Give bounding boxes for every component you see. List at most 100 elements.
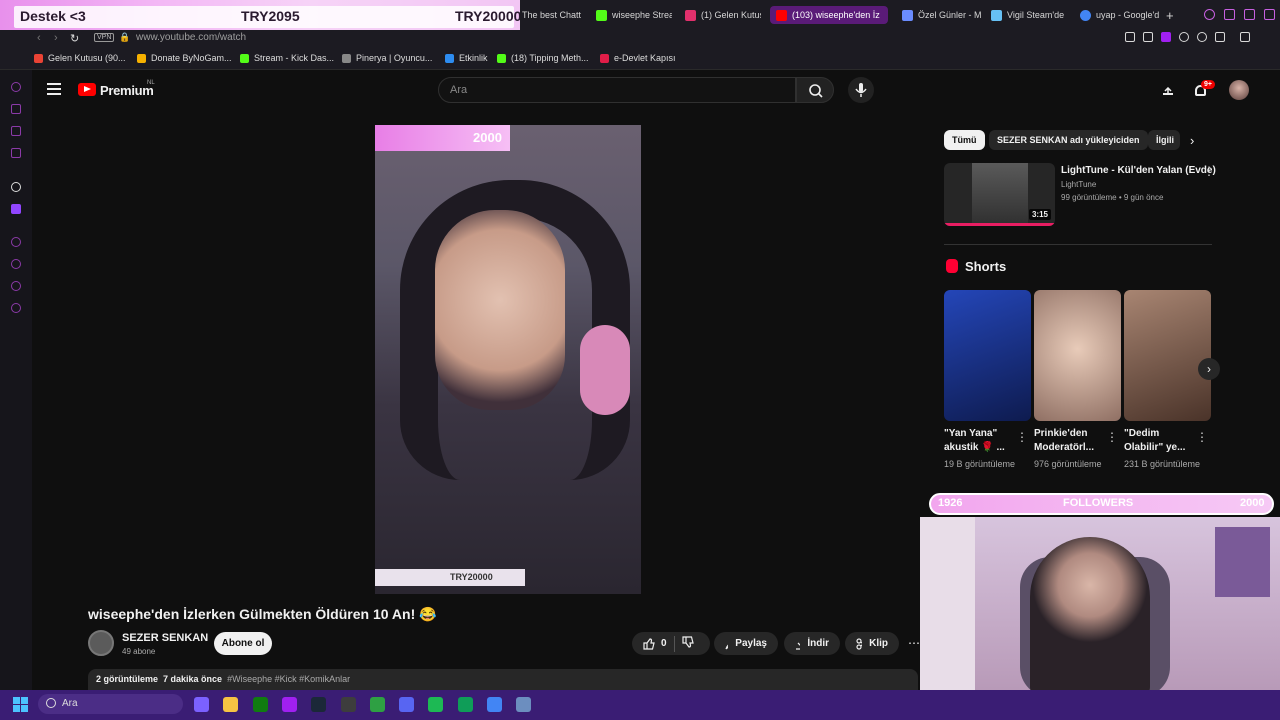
back-icon[interactable]: ‹ — [37, 32, 41, 44]
maximize-icon[interactable] — [1244, 9, 1255, 20]
menu-icon[interactable] — [1262, 32, 1272, 42]
refresh-sidebar-icon[interactable] — [11, 82, 21, 92]
new-tab-button[interactable]: + — [1166, 6, 1178, 24]
bookmark-edevlet[interactable]: e-Devlet Kapısı — [600, 53, 676, 63]
search-input[interactable]: Ara — [438, 77, 796, 103]
channel-name[interactable]: SEZER SENKAN — [122, 632, 208, 644]
heart-icon[interactable] — [1197, 32, 1207, 42]
settings-icon[interactable] — [11, 303, 21, 313]
mail-icon[interactable] — [11, 148, 21, 158]
extension-icon[interactable] — [1161, 32, 1171, 42]
xbox-icon[interactable] — [252, 697, 268, 712]
more-actions-icon[interactable]: ⋯ — [908, 636, 920, 650]
short-thumbnail[interactable] — [1034, 290, 1121, 421]
voice-search-button[interactable] — [848, 77, 874, 103]
recommended-video-title[interactable]: LightTune - Kül'den Yalan (Evde) — [1061, 165, 1216, 176]
share-button[interactable]: Paylaş — [714, 632, 778, 655]
tab-chatt[interactable]: The best Chatt — [522, 6, 584, 24]
google-icon — [1080, 9, 1091, 21]
short-thumbnail[interactable] — [1124, 290, 1211, 421]
tool-icon[interactable] — [516, 697, 532, 712]
kebab-menu-icon[interactable]: ⋮ — [1106, 430, 1118, 444]
url-field[interactable]: www.youtube.com/watch — [136, 32, 246, 43]
youtube-logo-icon[interactable] — [78, 83, 96, 96]
description-box[interactable]: 2 görüntüleme 7 dakika önce #Wiseephe #K… — [88, 669, 918, 690]
bookmark-pinerya[interactable]: Pinerya | Oyuncu... — [342, 53, 432, 63]
kebab-menu-icon[interactable]: ⋮ — [1203, 164, 1215, 178]
video-player[interactable]: 2000 TRY20000 — [375, 125, 641, 594]
app2-icon[interactable] — [457, 697, 473, 712]
snapshot-icon[interactable] — [1143, 32, 1153, 42]
play-icon[interactable] — [11, 237, 21, 247]
chrome-icon[interactable] — [487, 697, 502, 712]
hamburger-menu-icon[interactable] — [47, 83, 61, 95]
thumbs-up-icon — [643, 637, 655, 650]
minimize-icon[interactable] — [1224, 9, 1235, 20]
bookmarks-bar: Gelen Kutusu (90... Donate ByNoGam... St… — [0, 48, 1280, 70]
file-explorer-icon[interactable] — [223, 697, 239, 712]
clip-button[interactable]: Klip — [845, 632, 899, 655]
recommended-video-thumbnail[interactable]: 3:15 — [944, 163, 1055, 226]
reload-icon[interactable]: ↻ — [70, 32, 79, 45]
download-icon[interactable] — [1240, 32, 1250, 42]
shorts-next-button[interactable]: › — [1198, 358, 1220, 380]
messenger-icon[interactable] — [11, 104, 21, 114]
chip-from-uploader[interactable]: SEZER SENKAN adı yükleyiciden — [989, 130, 1148, 150]
discord-icon[interactable] — [399, 697, 415, 712]
twitch-icon[interactable] — [11, 204, 21, 214]
tab-kick[interactable]: wiseephe Strea — [596, 6, 672, 24]
short-title[interactable]: Prinkie'den Moderatörl... — [1034, 427, 1104, 455]
short-title[interactable]: "Yan Yana" akustik 🌹 ... — [944, 427, 1014, 455]
account-avatar[interactable] — [1229, 80, 1249, 100]
short-thumbnail[interactable] — [944, 290, 1031, 421]
obs-icon[interactable] — [340, 697, 356, 712]
steam-icon[interactable] — [311, 697, 327, 712]
windows-start-icon[interactable] — [13, 697, 28, 712]
wallet-icon[interactable] — [1215, 32, 1225, 42]
kebab-menu-icon[interactable]: ⋮ — [1196, 430, 1208, 444]
close-icon[interactable] — [1264, 9, 1275, 20]
tab-ozel-gunler[interactable]: Özel Günler - M — [902, 6, 982, 24]
hashtags[interactable]: #Wiseephe #Kick #KomikAnlar — [227, 674, 350, 684]
like-button[interactable]: 0 — [643, 637, 667, 650]
bookmark-kick[interactable]: Stream - Kick Das... — [240, 53, 334, 63]
bookmark-icon[interactable] — [1125, 32, 1135, 42]
bookmark-etkinlik[interactable]: Etkinlik — [445, 53, 488, 63]
kick-icon — [497, 53, 506, 63]
spotify-icon[interactable] — [428, 697, 444, 712]
subscribe-button[interactable]: Abone ol — [214, 632, 272, 655]
player-icon[interactable] — [1179, 32, 1189, 42]
notification-count-badge: 9+ — [1201, 80, 1215, 89]
app-icon[interactable] — [369, 697, 385, 712]
kebab-menu-icon[interactable]: ⋮ — [1016, 430, 1028, 444]
chip-all[interactable]: Tümü — [944, 130, 985, 150]
download-button[interactable]: İndir — [784, 632, 840, 655]
ai-icon[interactable] — [11, 182, 21, 192]
tab-steam[interactable]: Vigil Steam'de — [991, 6, 1073, 24]
bookmark-donate[interactable]: Donate ByNoGam... — [137, 53, 232, 63]
tab-google[interactable]: uyap - Google'd — [1080, 6, 1162, 24]
opera-icon[interactable] — [281, 697, 297, 712]
youtube-premium-label[interactable]: Premium — [100, 83, 154, 98]
history-icon[interactable] — [11, 259, 21, 269]
vpn-badge[interactable]: VPN — [94, 33, 115, 42]
search-button[interactable] — [796, 77, 834, 103]
recommended-channel[interactable]: LightTune — [1061, 180, 1096, 189]
bookmark-tipping[interactable]: (18) Tipping Meth... — [497, 53, 589, 63]
search-tabs-icon[interactable] — [1204, 9, 1215, 20]
copilot-icon[interactable] — [194, 697, 209, 712]
like-dislike-group: 0 — [632, 632, 710, 655]
upload-icon[interactable] — [1163, 84, 1173, 95]
tab-youtube-active[interactable]: (103) wiseephe'den İz — [770, 6, 888, 24]
taskbar-search[interactable]: Ara — [38, 694, 183, 714]
extensions-icon[interactable] — [11, 281, 21, 291]
chip-related[interactable]: İlgili — [1148, 130, 1180, 150]
forward-icon[interactable]: › — [54, 32, 58, 44]
chevron-right-icon[interactable]: › — [1190, 133, 1194, 148]
short-title[interactable]: "Dedim Olabilir" ye... — [1124, 427, 1194, 455]
chat-icon[interactable] — [11, 126, 21, 136]
tab-instagram[interactable]: (1) Gelen Kutusu — [685, 6, 761, 24]
channel-avatar[interactable] — [88, 630, 114, 656]
bookmark-gmail[interactable]: Gelen Kutusu (90... — [34, 53, 126, 63]
dislike-button[interactable] — [681, 636, 694, 651]
